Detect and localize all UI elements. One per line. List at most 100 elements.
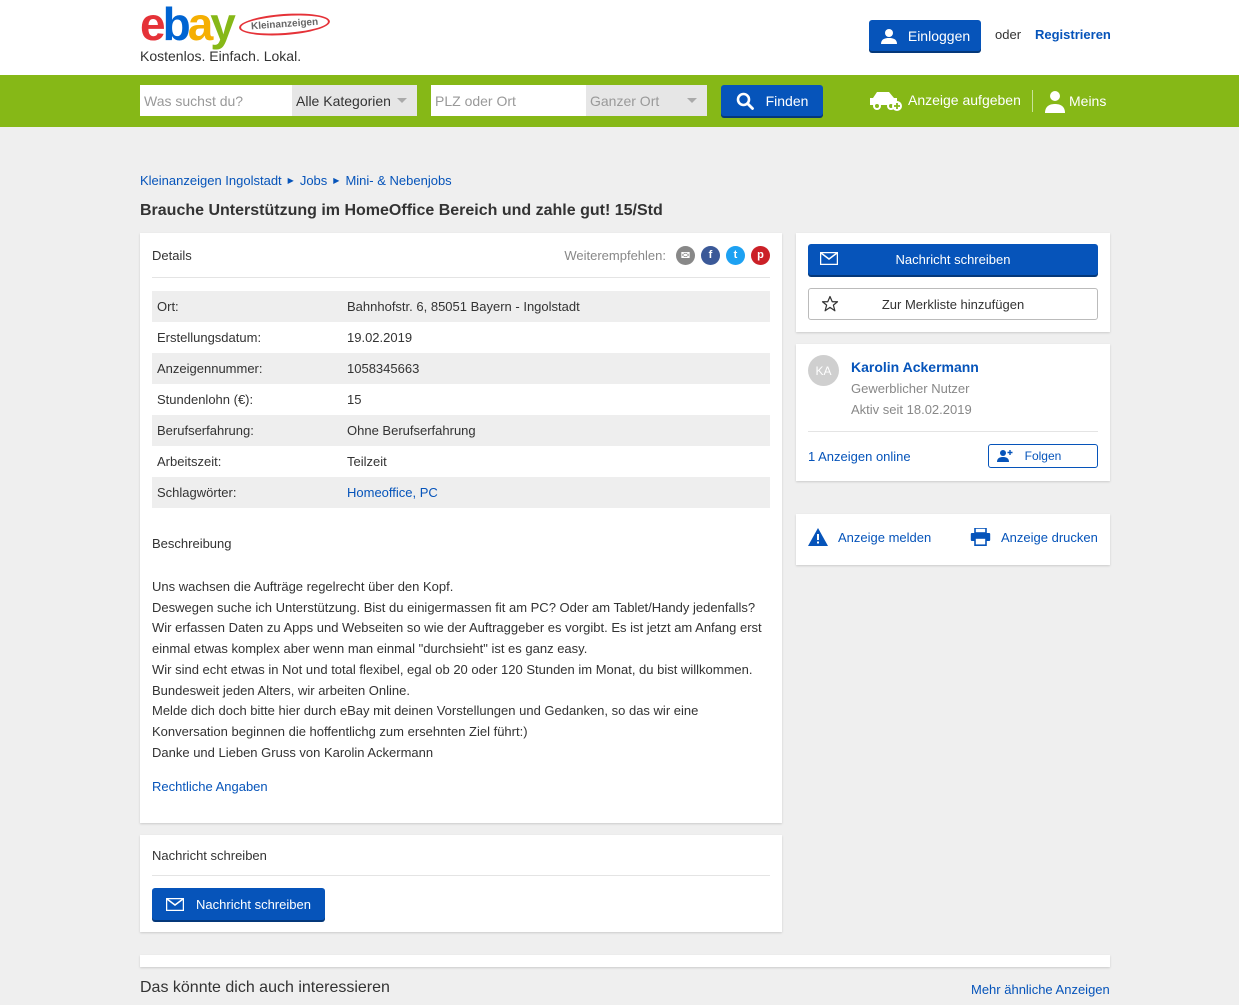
more-similar-ads-link[interactable]: Mehr ähnliche Anzeigen xyxy=(971,982,1110,997)
keywords-link[interactable]: Homeoffice, PC xyxy=(342,477,770,508)
seller-ads-link[interactable]: 1 Anzeigen online xyxy=(808,449,911,464)
details-title: Details xyxy=(152,247,192,263)
radius-select[interactable]: Ganzer Ort xyxy=(586,85,707,116)
divider xyxy=(1032,90,1033,112)
top-header: ebay Kleinanzeigen Kostenlos. Einfach. L… xyxy=(0,0,1239,75)
login-button[interactable]: Einloggen xyxy=(869,20,981,51)
description-text: Uns wachsen die Aufträge regelrecht über… xyxy=(152,577,777,763)
attributes-table: Ort: Bahnhofstr. 6, 85051 Bayern - Ingols… xyxy=(152,291,770,508)
report-ad-label: Anzeige melden xyxy=(838,529,932,545)
chevron-down-icon xyxy=(397,98,407,103)
attribute-row: Arbeitszeit: Teilzeit xyxy=(152,446,770,477)
similar-ads-title: Das könnte dich auch interessieren xyxy=(140,979,390,996)
breadcrumb-item[interactable]: Mini- & Nebenjobs xyxy=(345,173,451,188)
facebook-share-icon[interactable]: f xyxy=(701,245,720,265)
write-message-button[interactable]: Nachricht schreiben xyxy=(152,888,325,920)
message-panel: Nachricht schreiben Nachricht schreiben xyxy=(140,835,782,932)
details-header: Details Weiterempfehlen: ✉ f t p xyxy=(152,233,770,278)
logo-badge: Kleinanzeigen xyxy=(238,10,331,39)
add-user-icon xyxy=(997,450,1013,462)
search-bar: Was suchst du? Alle Kategorien PLZ oder … xyxy=(0,75,1239,127)
search-input[interactable]: Was suchst du? xyxy=(140,85,292,116)
caret-right-icon: ▶ xyxy=(333,176,340,185)
pinterest-share-icon[interactable]: p xyxy=(751,245,770,265)
description-line: Wir erfassen Daten zu Apps und Webseiten… xyxy=(152,620,762,657)
attribute-value: 1058345663 xyxy=(347,361,420,376)
actions-panel: Nachricht schreiben Zur Merkliste hinzuf… xyxy=(796,233,1110,332)
find-label: Finden xyxy=(765,92,809,109)
radius-selected: Ganzer Ort xyxy=(590,92,660,109)
post-ad-button[interactable]: Anzeige aufgeben xyxy=(868,89,1021,111)
ebay-kleinanzeigen-logo[interactable]: ebay Kleinanzeigen xyxy=(140,0,331,50)
write-message-label: Nachricht schreiben xyxy=(196,896,311,912)
description-line: Deswegen suche ich Unterstützung. Bist d… xyxy=(152,599,756,615)
or-text: oder xyxy=(995,27,1022,42)
attribute-value: Ohne Berufserfahrung xyxy=(347,423,476,438)
attribute-key: Stundenlohn (€): xyxy=(157,392,254,407)
attribute-key: Anzeigennummer: xyxy=(157,361,263,376)
message-panel-title: Nachricht schreiben xyxy=(152,835,770,876)
meins-button[interactable]: Meins xyxy=(1043,89,1106,113)
breadcrumb-item[interactable]: Kleinanzeigen Ingolstadt xyxy=(140,173,282,188)
envelope-icon xyxy=(166,897,185,911)
category-select[interactable]: Alle Kategorien xyxy=(292,85,417,116)
seller-active-since: Aktiv seit 18.02.2019 xyxy=(851,402,972,417)
write-message-label: Nachricht schreiben xyxy=(895,252,1011,267)
description-title: Beschreibung xyxy=(152,536,232,551)
warning-icon xyxy=(808,528,828,546)
print-ad-label: Anzeige drucken xyxy=(1001,529,1098,545)
page-title: Brauche Unterstützung im HomeOffice Bere… xyxy=(140,202,663,219)
breadcrumb-item[interactable]: Jobs xyxy=(300,173,327,188)
seller-panel: KA Karolin Ackermann Gewerblicher Nutzer… xyxy=(796,344,1110,481)
legal-info-link[interactable]: Rechtliche Angaben xyxy=(152,779,268,794)
description-line: Bundesweit jeden Alters, wir arbeiten On… xyxy=(152,682,410,698)
envelope-icon xyxy=(820,252,838,265)
find-button[interactable]: Finden xyxy=(721,85,823,116)
chevron-down-icon xyxy=(687,98,697,103)
print-ad-link[interactable]: Anzeige drucken xyxy=(970,528,1098,546)
caret-right-icon: ▶ xyxy=(287,176,294,185)
tagline: Kostenlos. Einfach. Lokal. xyxy=(140,48,302,64)
logo-wordmark: ebay xyxy=(140,0,236,50)
register-link[interactable]: Registrieren xyxy=(1035,27,1111,42)
twitter-share-icon[interactable]: t xyxy=(726,245,745,265)
attribute-value: 19.02.2019 xyxy=(347,330,413,345)
description-line: Danke und Lieben Gruss von Karolin Acker… xyxy=(152,744,434,760)
attribute-value: Teilzeit xyxy=(347,454,387,469)
report-print-panel: Anzeige melden Anzeige drucken xyxy=(796,514,1110,565)
report-ad-link[interactable]: Anzeige melden xyxy=(808,528,931,546)
attribute-key: Schlagwörter: xyxy=(157,485,237,500)
attribute-row: Stundenlohn (€): 15 xyxy=(152,384,770,415)
user-icon xyxy=(1045,91,1065,113)
login-label: Einloggen xyxy=(907,27,971,44)
printer-icon xyxy=(970,528,991,546)
car-plus-icon xyxy=(870,92,902,111)
breadcrumb: Kleinanzeigen Ingolstadt ▶ Jobs ▶ Mini- … xyxy=(140,173,452,188)
share-label: Weiterempfehlen: xyxy=(564,247,666,263)
divider xyxy=(808,431,1098,432)
attribute-value: 15 xyxy=(347,392,362,407)
add-to-watchlist-button[interactable]: Zur Merkliste hinzufügen xyxy=(808,288,1098,320)
attribute-key: Ort: xyxy=(157,299,179,314)
star-icon xyxy=(821,295,839,312)
details-panel: Details Weiterempfehlen: ✉ f t p Ort: Bah… xyxy=(140,233,782,823)
location-input[interactable]: PLZ oder Ort xyxy=(431,85,586,116)
attribute-key: Arbeitszeit: xyxy=(157,454,222,469)
similar-ads-panel xyxy=(140,955,1110,967)
search-icon xyxy=(736,92,754,110)
attribute-key: Erstellungsdatum: xyxy=(157,330,262,345)
share-bar: Weiterempfehlen: ✉ f t p xyxy=(564,245,770,265)
category-selected: Alle Kategorien xyxy=(296,92,391,109)
user-icon xyxy=(880,28,897,44)
avatar: KA xyxy=(808,355,839,386)
email-share-icon[interactable]: ✉ xyxy=(676,245,695,265)
description-line: Wir sind echt etwas in Not und total fle… xyxy=(152,661,753,677)
write-message-button[interactable]: Nachricht schreiben xyxy=(808,244,1098,275)
meins-label: Meins xyxy=(1069,93,1107,109)
post-ad-label: Anzeige aufgeben xyxy=(908,92,1021,108)
description-line: Uns wachsen die Aufträge regelrecht über… xyxy=(152,579,454,594)
description-line: Melde dich doch bitte hier durch eBay mi… xyxy=(152,703,699,739)
seller-name-link[interactable]: Karolin Ackermann xyxy=(851,359,979,375)
follow-button[interactable]: Folgen xyxy=(988,444,1098,468)
follow-label: Folgen xyxy=(1024,449,1062,463)
